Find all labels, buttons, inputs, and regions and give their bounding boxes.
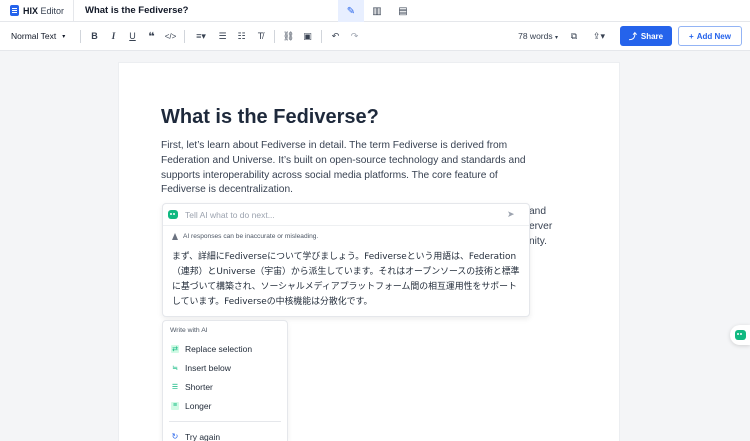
try-again-item[interactable]: ↻ Try again — [163, 427, 287, 441]
obscured-text-fragment: and — [529, 206, 546, 217]
ai-warning: AI responses can be inaccurate or mislea… — [163, 226, 529, 246]
italic-button[interactable]: I — [104, 26, 123, 46]
code-icon: </> — [164, 31, 177, 41]
menu-item-label: Replace selection — [185, 343, 253, 354]
ai-assistant-fab[interactable] — [730, 325, 750, 345]
panel-layout-icon: ▥ — [372, 5, 382, 17]
brand-text: HIX Editor — [23, 6, 64, 16]
warning-icon — [172, 232, 179, 240]
copy-button[interactable]: ⧉ — [566, 28, 582, 44]
italic-icon: I — [111, 31, 116, 41]
menu-item-label: Shorter — [185, 381, 213, 392]
top-bar: HIX Editor What is the Fediverse? ✎ ▥ ▤ — [0, 0, 750, 22]
text-style-dropdown[interactable]: Normal Text ▾ — [0, 31, 76, 41]
text-style-label: Normal Text — [11, 31, 57, 41]
insert-below-item[interactable]: ≒ Insert below — [163, 358, 287, 377]
brand[interactable]: HIX Editor — [0, 0, 74, 21]
image-icon: ▣ — [303, 30, 312, 41]
refresh-icon: ↻ — [171, 432, 179, 441]
replace-selection-item[interactable]: ⇄ Replace selection — [163, 339, 287, 358]
link-icon: ⛓ — [282, 30, 295, 41]
chat-icon: ▤ — [398, 5, 408, 17]
brand-bold: HIX — [23, 5, 39, 16]
toolbar-divider — [80, 29, 81, 43]
insert-below-icon: ≒ — [172, 364, 178, 372]
export-dropdown[interactable]: ⇪▾ — [588, 28, 610, 44]
document-heading[interactable]: What is the Fediverse? — [161, 106, 379, 129]
undo-icon: ↶ — [331, 30, 340, 41]
ai-prompt-panel: ➤ AI responses can be inaccurate or misl… — [162, 203, 530, 317]
obscured-text-fragment: erver — [529, 221, 553, 232]
toolbar-divider — [274, 29, 275, 43]
toolbar-divider — [321, 29, 322, 43]
menu-item-label: Insert below — [185, 362, 231, 373]
image-button[interactable]: ▣ — [298, 26, 317, 46]
numbered-list-button[interactable]: ☰ — [213, 26, 232, 46]
obscured-text-fragment: nity. — [529, 236, 547, 247]
shorter-icon: ☰ — [171, 383, 179, 391]
sidebar-mode-button[interactable]: ▥ — [364, 0, 390, 22]
bold-icon: B — [91, 31, 98, 41]
share-label: Share — [640, 31, 664, 41]
clear-format-button[interactable]: T̸ — [251, 26, 270, 46]
redo-icon: ↷ — [350, 30, 359, 41]
write-with-ai-menu: Write with AI ⇄ Replace selection ≒ Inse… — [162, 320, 288, 441]
chat-mode-button[interactable]: ▤ — [390, 0, 416, 22]
ai-assistant-icon — [734, 330, 746, 340]
longer-icon: ≡ — [171, 401, 179, 410]
ai-write-mode-button[interactable]: ✎ — [338, 0, 364, 22]
redo-button[interactable]: ↷ — [345, 26, 364, 46]
document-title[interactable]: What is the Fediverse? — [85, 5, 188, 16]
clear-format-icon: T̸ — [257, 31, 264, 41]
code-button[interactable]: </> — [161, 26, 180, 46]
longer-item[interactable]: ≡ Longer — [163, 396, 287, 415]
magic-wand-icon: ✎ — [346, 5, 356, 17]
chevron-down-icon: ▾ — [62, 33, 66, 40]
ai-input-row: ➤ — [163, 204, 529, 226]
underline-icon: U — [129, 31, 136, 41]
replace-icon: ⇄ — [171, 344, 179, 353]
send-icon[interactable]: ➤ — [507, 209, 515, 220]
word-count: 78 words — [518, 31, 553, 41]
link-button[interactable]: ⛓ — [279, 26, 298, 46]
share-button[interactable]: ⤴ Share — [620, 26, 672, 46]
undo-button[interactable]: ↶ — [326, 26, 345, 46]
copy-icon: ⧉ — [570, 30, 578, 41]
write-with-ai-header: Write with AI — [170, 327, 208, 334]
document-paragraph[interactable]: First, let’s learn about Fediverse in de… — [161, 139, 541, 198]
quote-icon: ❝ — [148, 30, 155, 43]
underline-button[interactable]: U — [123, 26, 142, 46]
document-logo-icon — [10, 5, 19, 16]
quote-button[interactable]: ❝ — [142, 26, 161, 46]
view-mode-switcher: ✎ ▥ ▤ — [338, 0, 416, 22]
ai-assistant-icon — [168, 210, 178, 219]
bullet-list-button[interactable]: ☷ — [232, 26, 251, 46]
add-new-label: Add New — [696, 31, 731, 41]
toolbar-right: 78 words ▾ ⧉ ⇪▾ ⤴ Share + Add New — [518, 26, 742, 46]
ai-response-text: まず、詳細にFediverseについて学びましょう。Fediverseという用語… — [172, 252, 520, 307]
brand-light: Editor — [38, 5, 65, 16]
ai-prompt-input[interactable] — [185, 209, 505, 220]
plus-icon: + — [689, 31, 694, 41]
format-toolbar: Normal Text ▾ B I U ❝ </> ≡▾ ☰ ☷ T̸ ⛓ ▣ … — [0, 22, 750, 51]
bold-button[interactable]: B — [85, 26, 104, 46]
align-left-icon: ≡▾ — [196, 30, 206, 41]
ai-warning-text: AI responses can be inaccurate or mislea… — [183, 232, 319, 240]
menu-item-label: Longer — [185, 400, 212, 411]
export-icon: ⇪▾ — [592, 30, 606, 41]
toolbar-divider — [184, 29, 185, 43]
align-dropdown[interactable]: ≡▾ — [189, 26, 213, 46]
bullet-list-icon: ☷ — [237, 30, 246, 41]
add-new-button[interactable]: + Add New — [678, 26, 742, 46]
numbered-list-icon: ☰ — [218, 30, 227, 41]
shorter-item[interactable]: ☰ Shorter — [163, 377, 287, 396]
menu-divider — [169, 421, 281, 422]
word-count-dropdown[interactable]: 78 words ▾ — [518, 31, 558, 41]
chevron-down-icon: ▾ — [554, 35, 558, 41]
menu-item-label: Try again — [185, 431, 221, 441]
share-icon: ⤴ — [628, 31, 637, 41]
